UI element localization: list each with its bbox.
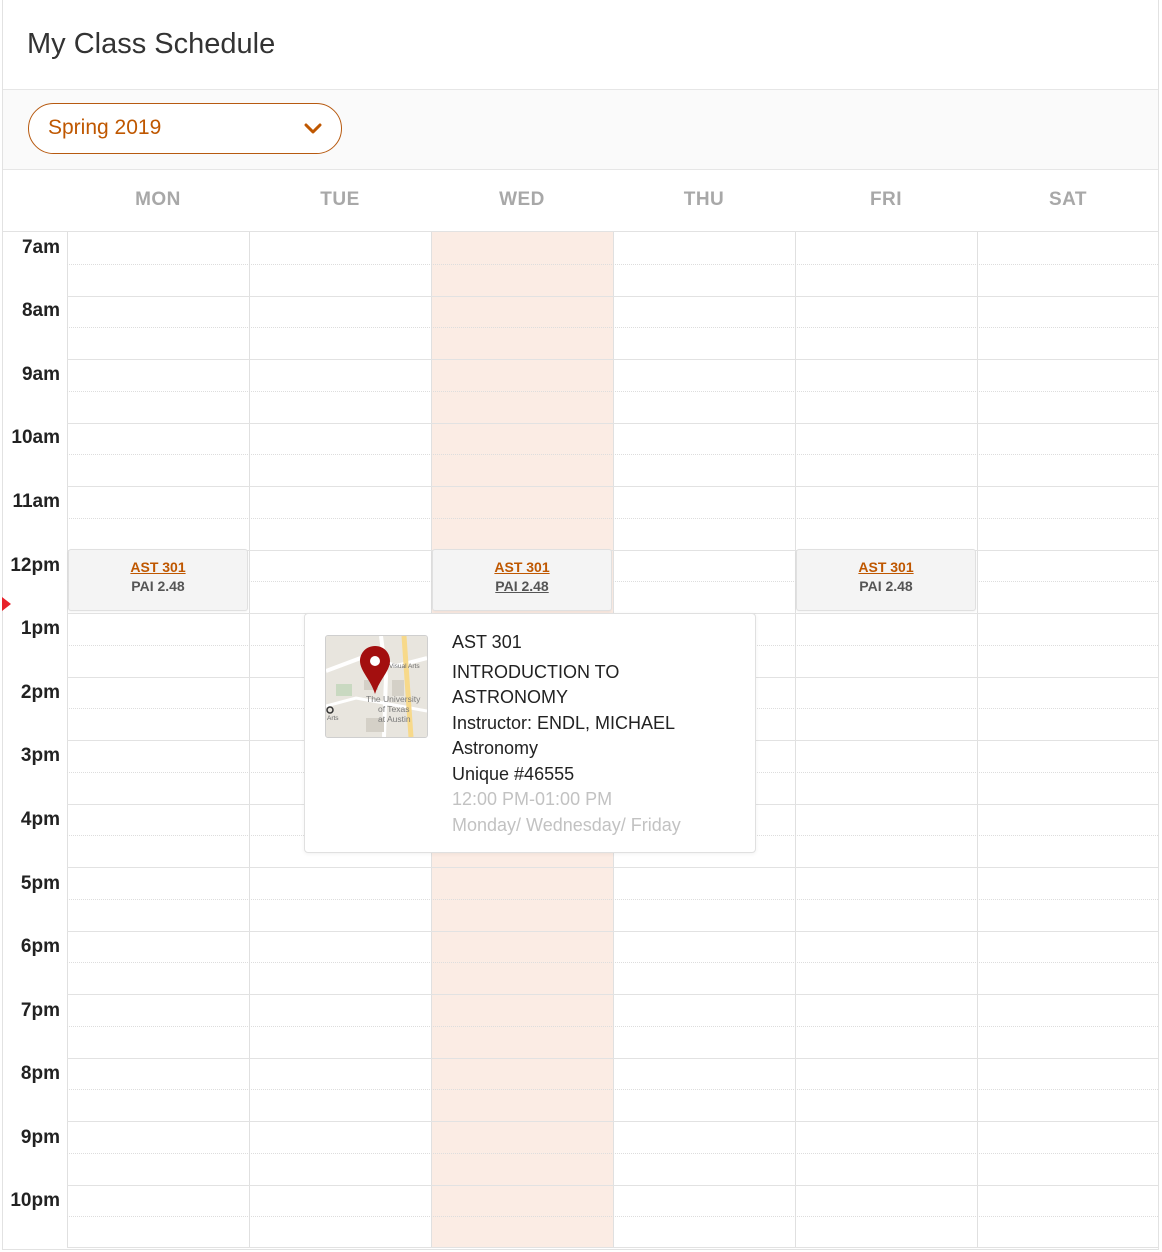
hour-gridline [67,1247,1158,1248]
day-header-tue: TUE [320,189,360,210]
time-label: 7pm [20,1000,60,1021]
time-label: 10pm [10,1190,60,1211]
day-header-sat: SAT [1048,189,1088,210]
half-hour-gridline [67,327,1158,328]
event-course-link[interactable]: AST 301 [69,559,247,575]
map-image: Visual Arts The University of Texas at A… [326,636,427,737]
day-header-wed: WED [499,189,545,210]
day-headers: MON TUE WED THU FRI SAT [3,169,1158,232]
event-wed-ast301[interactable]: AST 301 PAI 2.48 [432,549,612,611]
course-details: AST 301 INTRODUCTION TO ASTRONOMY Instru… [452,630,742,838]
chevron-down-icon [304,123,322,134]
location-map-thumbnail[interactable]: Visual Arts The University of Texas at A… [325,635,428,738]
page-title: My Class Schedule [27,28,276,60]
event-room-link[interactable]: PAI 2.48 [433,578,611,594]
popup-course-code: AST 301 [452,632,522,652]
time-label: 9pm [20,1127,60,1148]
popup-course-title-1: INTRODUCTION TO [452,661,620,682]
event-course-link[interactable]: AST 301 [433,559,611,575]
half-hour-gridline [67,391,1158,392]
popup-course-title-2: ASTRONOMY [452,687,569,707]
hour-gridline [67,359,1158,360]
time-label: 9am [21,364,60,385]
time-label: 3pm [20,745,60,766]
map-label: of Texas [378,704,410,714]
popup-meeting-time: 12:00 PM-01:00 PM [452,789,613,809]
event-room: PAI 2.48 [131,578,185,594]
day-header-mon: MON [135,189,181,210]
hour-gridline [67,423,1158,424]
popup-instructor: Instructor: ENDL, MICHAEL [452,712,676,733]
time-label: 7am [21,237,60,258]
hour-gridline [67,486,1158,487]
time-label: 11am [12,491,60,512]
hour-gridline [67,1121,1158,1122]
time-label: 8am [21,300,60,321]
half-hour-gridline [67,1216,1158,1217]
semester-select[interactable]: Spring 2019 [28,103,342,154]
half-hour-gridline [67,264,1158,265]
popup-meeting-days: Monday/ Wednesday/ Friday [452,814,681,835]
semester-select-value: Spring 2019 [48,116,162,139]
map-label: Arts [327,715,339,722]
time-label: 1pm [20,618,60,639]
semester-bar: Spring 2019 [3,89,1158,170]
day-header-fri: FRI [869,189,903,210]
map-label: The University [366,694,421,704]
time-label: 5pm [20,873,60,894]
half-hour-gridline [67,1153,1158,1154]
event-fri-ast301[interactable]: AST 301 PAI 2.48 [796,549,976,611]
time-label: 6pm [20,936,60,957]
half-hour-gridline [67,899,1158,900]
day-header-thu: THU [683,189,725,210]
time-label: 2pm [20,682,60,703]
map-label: Visual Arts [389,663,420,670]
event-mon-ast301[interactable]: AST 301 PAI 2.48 [68,549,248,611]
half-hour-gridline [67,1026,1158,1027]
course-details-popup: Visual Arts The University of Texas at A… [304,613,756,853]
map-label: at Austin [378,714,411,724]
hour-gridline [67,296,1158,297]
half-hour-gridline [67,454,1158,455]
half-hour-gridline [67,962,1158,963]
hour-gridline [67,1058,1158,1059]
hour-gridline [67,1185,1158,1186]
hour-gridline [67,994,1158,995]
half-hour-gridline [67,518,1158,519]
popup-department: Astronomy [452,738,539,758]
event-course-link[interactable]: AST 301 [797,559,975,575]
time-label: 4pm [20,809,60,830]
half-hour-gridline [67,1089,1158,1090]
current-time-marker [2,597,11,611]
time-label: 10am [11,427,60,448]
hour-gridline [67,931,1158,932]
time-label: 12pm [10,555,60,576]
event-room: PAI 2.48 [859,578,913,594]
time-label: 8pm [20,1063,60,1084]
hour-gridline [67,867,1158,868]
popup-unique-number: Unique #46555 [452,763,575,784]
